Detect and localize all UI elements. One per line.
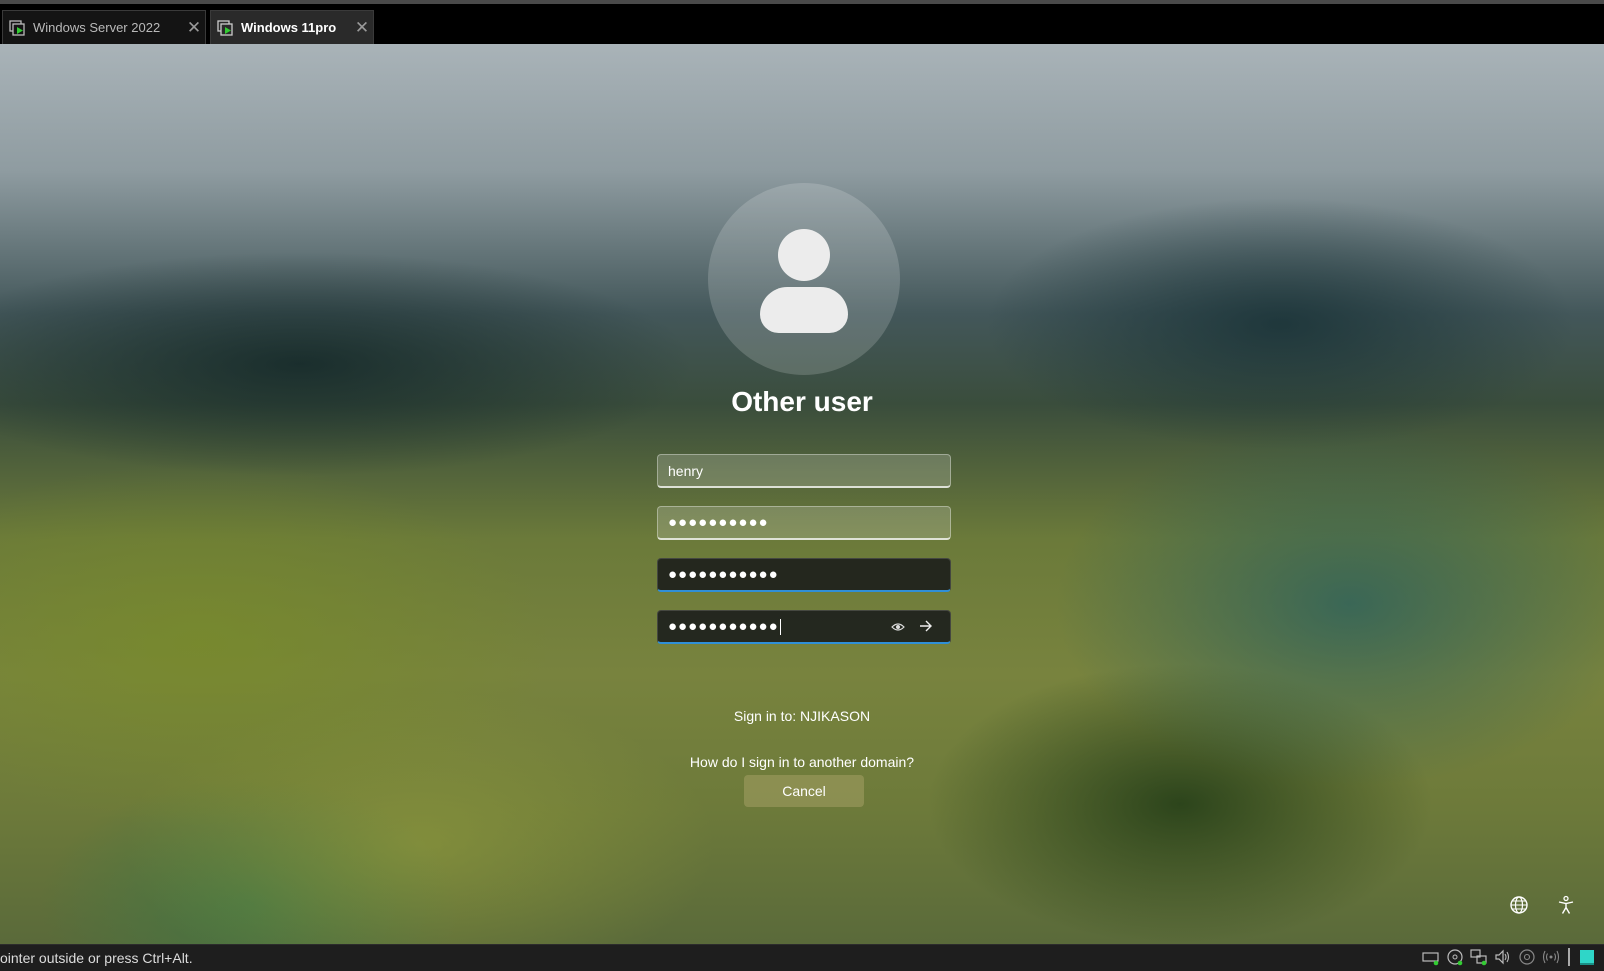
avatar-head xyxy=(778,229,830,281)
avatar-body xyxy=(760,287,848,333)
hard-disk-icon[interactable] xyxy=(1422,948,1440,966)
username-value: henry xyxy=(668,462,704,479)
network-icon[interactable] xyxy=(1506,892,1532,918)
vm-status-bar: ointer outside or press Ctrl+Alt. xyxy=(0,944,1604,971)
cancel-button[interactable]: Cancel xyxy=(744,775,864,807)
tab-windows-server-2022[interactable]: Windows Server 2022 ✕ xyxy=(2,10,206,44)
device-tray xyxy=(1422,948,1596,966)
another-domain-link-text[interactable]: How do I sign in to another domain? xyxy=(690,754,914,770)
vm-tab-bar: Windows Server 2022 ✕ Windows 11pro ✕ xyxy=(0,4,1604,44)
sound-icon[interactable] xyxy=(1494,948,1512,966)
accessibility-icon[interactable] xyxy=(1553,892,1579,918)
eye-icon[interactable] xyxy=(884,619,912,635)
password-value: ●●●●●●●●●● xyxy=(668,514,769,531)
tab-label: Windows 11pro xyxy=(241,20,337,35)
password-field[interactable]: ●●●●●●●●●● xyxy=(657,506,951,540)
sign-in-domain-text: Sign in to: NJIKASON xyxy=(733,708,871,724)
vm-display-icon[interactable] xyxy=(1578,948,1596,966)
username-field[interactable]: henry xyxy=(657,454,951,488)
confirm-password-field[interactable]: ●●●●●●●●●●● xyxy=(657,610,951,644)
cd-drive-icon[interactable] xyxy=(1446,948,1464,966)
another-domain-link[interactable]: How do I sign in to another domain? xyxy=(0,754,1604,770)
close-tab-icon[interactable]: ✕ xyxy=(351,18,373,38)
lock-screen-background: Other user henry ●●●●●●●●●● ●●●●●●●●●●● … xyxy=(0,44,1604,944)
new-password-value: ●●●●●●●●●●● xyxy=(668,566,779,583)
vm-icon xyxy=(217,19,235,37)
user-avatar xyxy=(708,183,900,375)
arrow-right-icon[interactable] xyxy=(912,619,940,635)
user-title: Other user xyxy=(731,386,873,417)
network-adapter-icon[interactable] xyxy=(1470,948,1488,966)
confirm-password-value: ●●●●●●●●●●● xyxy=(668,617,781,636)
new-password-field[interactable]: ●●●●●●●●●●● xyxy=(657,558,951,592)
close-tab-icon[interactable]: ✕ xyxy=(183,18,205,38)
usb-icon[interactable] xyxy=(1518,948,1536,966)
status-message: ointer outside or press Ctrl+Alt. xyxy=(0,950,193,966)
vm-icon xyxy=(9,19,27,37)
wireless-icon[interactable] xyxy=(1542,948,1560,966)
tab-label: Windows Server 2022 xyxy=(33,20,161,35)
text-caret xyxy=(779,619,781,636)
tab-windows-11pro[interactable]: Windows 11pro ✕ xyxy=(210,10,374,44)
tray-divider xyxy=(1568,948,1570,966)
